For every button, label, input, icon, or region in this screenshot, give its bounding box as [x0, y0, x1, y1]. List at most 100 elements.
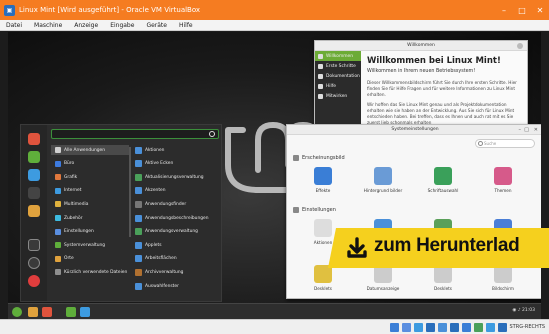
settings-tile-icon: [374, 167, 392, 185]
menu-app-item[interactable]: Anwendungsbeschreibungen: [133, 213, 219, 223]
settings-tile-label: Effekte: [315, 188, 331, 193]
settings-tile[interactable]: Desklets: [301, 265, 345, 291]
menu-app-item[interactable]: Akzenten: [133, 186, 219, 196]
settings-tile[interactable]: Hintergrund bilder: [361, 167, 405, 193]
software-manager-icon[interactable]: [28, 151, 40, 163]
menu-maschine[interactable]: Maschine: [34, 22, 62, 29]
section-erscheinungsbild: Erscheinungsbild: [293, 155, 345, 161]
welcome-nav-willkommen[interactable]: Willkommen: [315, 51, 361, 61]
recording-icon[interactable]: [474, 323, 483, 332]
menu-category[interactable]: Grafik: [51, 172, 129, 182]
menu-category[interactable]: Kürzlich verwendete Dateien: [51, 267, 129, 277]
menu-app-item[interactable]: Anwendungsverwaltung: [133, 227, 219, 237]
settings-tile-label: Themen: [494, 188, 512, 193]
terminal-icon[interactable]: [66, 307, 76, 317]
menu-scrollbar[interactable]: [129, 147, 131, 237]
menu-category[interactable]: Orte: [51, 254, 129, 264]
welcome-nav-erste-schritte[interactable]: Erste Schritte: [315, 61, 361, 71]
menu-app-item[interactable]: Aktualisierungsverwaltung: [133, 172, 219, 182]
files-icon[interactable]: [28, 205, 40, 217]
menu-app-item[interactable]: Archivverwaltung: [133, 267, 219, 277]
firefox-icon[interactable]: [28, 133, 40, 145]
menu-app-item[interactable]: Arbeitsflächen: [133, 254, 219, 264]
welcome-nav-mitwirken[interactable]: Mitwirken: [315, 91, 361, 101]
audio-icon[interactable]: [414, 323, 423, 332]
menu-category[interactable]: Einstellungen: [51, 227, 129, 237]
terminal-icon[interactable]: [28, 187, 40, 199]
welcome-nav-dokumentation[interactable]: Dokumentation: [315, 71, 361, 81]
menu-category[interactable]: Multimedia: [51, 199, 129, 209]
harddisk-icon[interactable]: [390, 323, 399, 332]
settings-search-input[interactable]: Suche: [475, 139, 535, 148]
menu-anzeige[interactable]: Anzeige: [74, 22, 98, 29]
minimize-icon[interactable]: –: [519, 127, 522, 133]
files-icon[interactable]: [28, 307, 38, 317]
settings-tile-label: Desklets: [314, 286, 332, 291]
menu-app-item[interactable]: Applets: [133, 240, 219, 250]
display-icon[interactable]: [462, 323, 471, 332]
menu-app-item[interactable]: Auswahlfenster: [133, 281, 219, 291]
menu-category[interactable]: Büro: [51, 159, 129, 169]
menu-app-label: Anwendungsverwaltung: [145, 229, 198, 235]
maximize-icon[interactable]: □: [524, 127, 529, 133]
close-icon[interactable]: [517, 43, 523, 49]
menu-eingabe[interactable]: Eingabe: [110, 22, 134, 29]
menu-category[interactable]: Alle Anwendungen: [51, 145, 129, 155]
menu-category[interactable]: Systemverwaltung: [51, 240, 129, 250]
app-icon: [135, 255, 142, 263]
search-icon: [209, 131, 215, 137]
volume-icon[interactable]: ♪: [518, 308, 521, 313]
settings-icon[interactable]: [80, 307, 90, 317]
settings-icon[interactable]: [28, 169, 40, 181]
power-icon[interactable]: [28, 275, 40, 287]
banner-text: zum Herunterlad: [374, 235, 520, 256]
mouse-integration-icon[interactable]: [498, 323, 507, 332]
download-icon: [347, 237, 367, 258]
vbox-menubar: Datei Maschine Anzeige Eingabe Geräte Hi…: [0, 20, 549, 31]
maximize-icon[interactable]: □: [513, 6, 531, 15]
menu-datei[interactable]: Datei: [6, 22, 22, 29]
menu-search-input[interactable]: [51, 129, 219, 139]
settings-tile[interactable]: Effekte: [301, 167, 345, 193]
close-icon[interactable]: ✕: [531, 6, 549, 15]
logout-icon[interactable]: [28, 257, 40, 269]
menu-category-label: Grafik: [64, 174, 78, 180]
cpu-icon[interactable]: [486, 323, 495, 332]
app-icon: [135, 146, 142, 154]
settings-tile[interactable]: Themen: [481, 167, 525, 193]
shared-folder-icon[interactable]: [450, 323, 459, 332]
close-icon[interactable]: ✕: [534, 127, 538, 133]
menu-category[interactable]: Zubehör: [51, 213, 129, 223]
usb-icon[interactable]: [438, 323, 447, 332]
app-icon: [135, 241, 142, 249]
download-banner[interactable]: zum Herunterlad: [328, 228, 549, 268]
network-icon[interactable]: [426, 323, 435, 332]
optical-drive-icon[interactable]: [402, 323, 411, 332]
network-icon[interactable]: ◉: [512, 308, 516, 313]
menu-favorites-bar: [21, 125, 47, 301]
mint-menu-icon[interactable]: [12, 307, 22, 317]
menu-category-label: Einstellungen: [64, 229, 94, 235]
menu-app-item[interactable]: Aktionen: [133, 145, 219, 155]
menu-app-item[interactable]: Aktive Ecken: [133, 159, 219, 169]
lock-icon[interactable]: [28, 239, 40, 251]
settings-tile[interactable]: Datumsanzeige: [361, 265, 405, 291]
category-icon: [55, 160, 61, 167]
system-tray: ◉ ♪ 21:03: [512, 308, 535, 313]
menu-category-label: Multimedia: [64, 201, 89, 207]
clock[interactable]: 21:03: [522, 308, 535, 313]
settings-tile[interactable]: Desklets: [421, 265, 465, 291]
vbox-window-title: Linux Mint [Wird ausgeführt] - Oracle VM…: [19, 6, 201, 14]
category-icon: [55, 201, 61, 208]
welcome-content: Willkommen bei Linux Mint! Willkommen in…: [367, 56, 525, 130]
settings-tile[interactable]: Bildschirm: [481, 265, 525, 291]
settings-tile[interactable]: Schriftauswahl: [421, 167, 465, 193]
menu-hilfe[interactable]: Hilfe: [179, 22, 193, 29]
menu-app-item[interactable]: Anwendungsfinder: [133, 199, 219, 209]
vbox-titlebar: ▣ Linux Mint [Wird ausgeführt] - Oracle …: [0, 0, 549, 20]
menu-category[interactable]: Internet: [51, 186, 129, 196]
minimize-icon[interactable]: –: [495, 6, 513, 15]
welcome-nav-hilfe[interactable]: Hilfe: [315, 81, 361, 91]
firefox-icon[interactable]: [42, 307, 52, 317]
menu-geraete[interactable]: Geräte: [146, 22, 167, 29]
